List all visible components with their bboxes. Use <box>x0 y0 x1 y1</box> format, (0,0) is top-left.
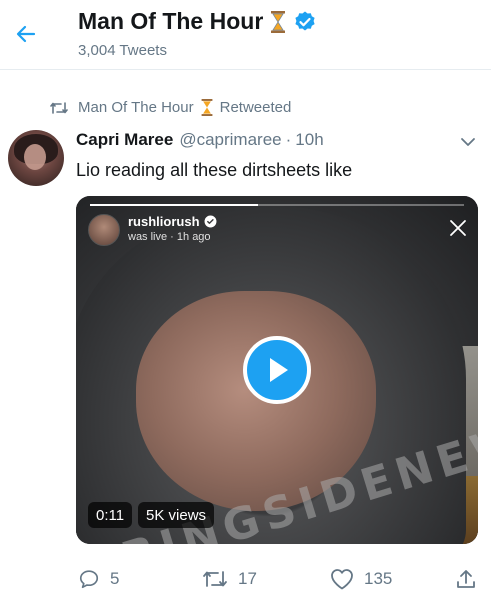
tweet-actions: 5 17 135 <box>0 564 491 594</box>
live-subtext: was live · 1h ago <box>128 231 211 243</box>
author-name[interactable]: Capri Maree <box>76 130 173 150</box>
retweet-button[interactable]: 17 <box>202 564 257 594</box>
play-button[interactable] <box>243 336 311 404</box>
retweeter-name: Man Of The Hour <box>78 99 194 116</box>
header-title-row: Man Of The Hour <box>78 8 317 35</box>
author-handle[interactable]: @caprimaree <box>179 130 281 150</box>
tweet-header: Capri Maree @caprimaree · 10h <box>76 130 324 150</box>
live-avatar <box>88 214 120 246</box>
retweet-icon <box>50 101 68 114</box>
live-progress-fill <box>90 204 259 206</box>
hourglass-icon <box>201 99 213 116</box>
reply-icon <box>79 570 99 589</box>
profile-name: Man Of The Hour <box>78 8 264 34</box>
like-button[interactable]: 135 <box>330 564 392 594</box>
reply-button[interactable]: 5 <box>78 564 119 594</box>
hourglass-icon <box>271 10 286 33</box>
profile-header: Man Of The Hour 3,004 Tweets <box>0 0 491 70</box>
author-avatar[interactable] <box>8 130 64 186</box>
close-icon[interactable] <box>448 218 468 238</box>
video-duration: 0:11 <box>88 502 133 528</box>
like-count: 135 <box>364 569 393 588</box>
reply-count: 5 <box>110 569 120 588</box>
heart-icon <box>331 569 353 590</box>
arrow-left-icon <box>16 25 36 43</box>
retweeted-label: Retweeted <box>219 99 292 116</box>
retweet-count: 17 <box>238 569 257 588</box>
chevron-down-icon[interactable] <box>460 136 476 148</box>
back-button[interactable] <box>12 20 40 48</box>
live-username-row: rushliorush <box>128 214 217 229</box>
video-player[interactable]: rushliorush was live · 1h ago RINGSIDENE… <box>76 196 478 544</box>
play-icon <box>270 358 288 382</box>
retweet-icon <box>203 571 227 587</box>
verified-badge-icon <box>295 11 315 31</box>
verified-badge-icon <box>204 215 216 228</box>
share-icon <box>457 570 475 588</box>
live-progress-bar <box>90 204 464 206</box>
retweet-context[interactable]: Man Of The Hour Retweeted <box>50 99 291 116</box>
live-username: rushliorush <box>128 214 200 229</box>
video-views: 5K views <box>138 502 215 528</box>
tweet-text: Lio reading all these dirtsheets like <box>76 160 353 180</box>
share-button[interactable] <box>455 564 487 594</box>
tweet-time[interactable]: 10h <box>295 130 323 150</box>
tweet-count: 3,004 Tweets <box>78 42 167 59</box>
separator-dot: · <box>285 130 292 149</box>
